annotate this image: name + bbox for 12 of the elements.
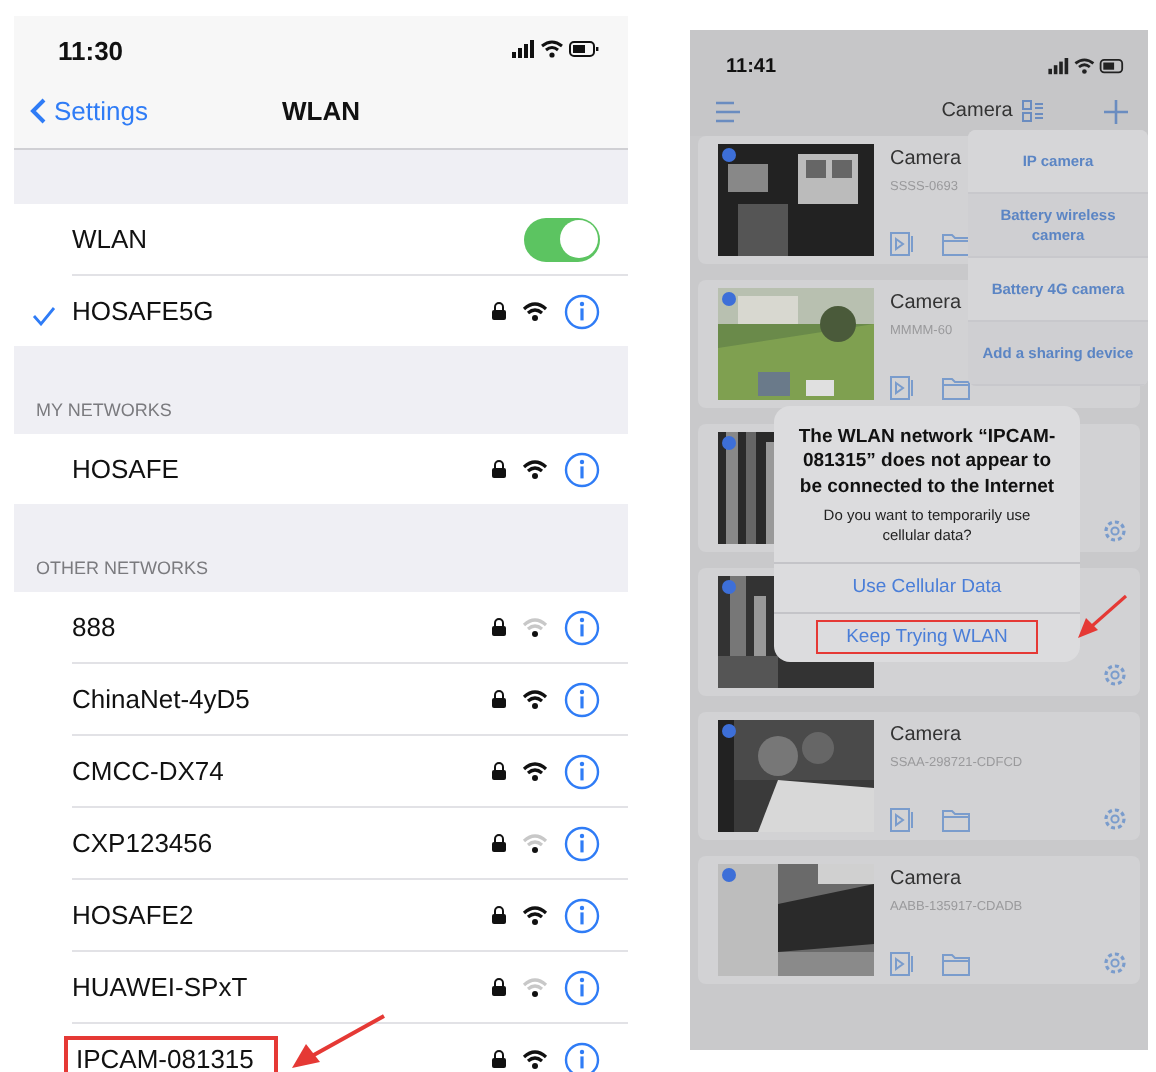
section-header: MY NETWORKS xyxy=(36,400,172,420)
screen-title: Camera xyxy=(941,100,1013,122)
status-time: 11:30 xyxy=(58,35,124,65)
camera-name: Camera xyxy=(890,724,962,746)
camera-name: Camera xyxy=(890,292,962,314)
camera-name: Camera xyxy=(890,148,962,170)
screen-title: WLAN xyxy=(282,95,360,125)
section-header: OTHER NETWORKS xyxy=(36,558,209,578)
alert-title: The WLAN network “IPCAM-081315” does not appear to be connected to the Internet xyxy=(796,426,1058,501)
wlan-label: WLAN xyxy=(70,222,150,258)
status-time: 11:41 xyxy=(726,55,777,77)
camera-name: Camera xyxy=(890,868,962,890)
